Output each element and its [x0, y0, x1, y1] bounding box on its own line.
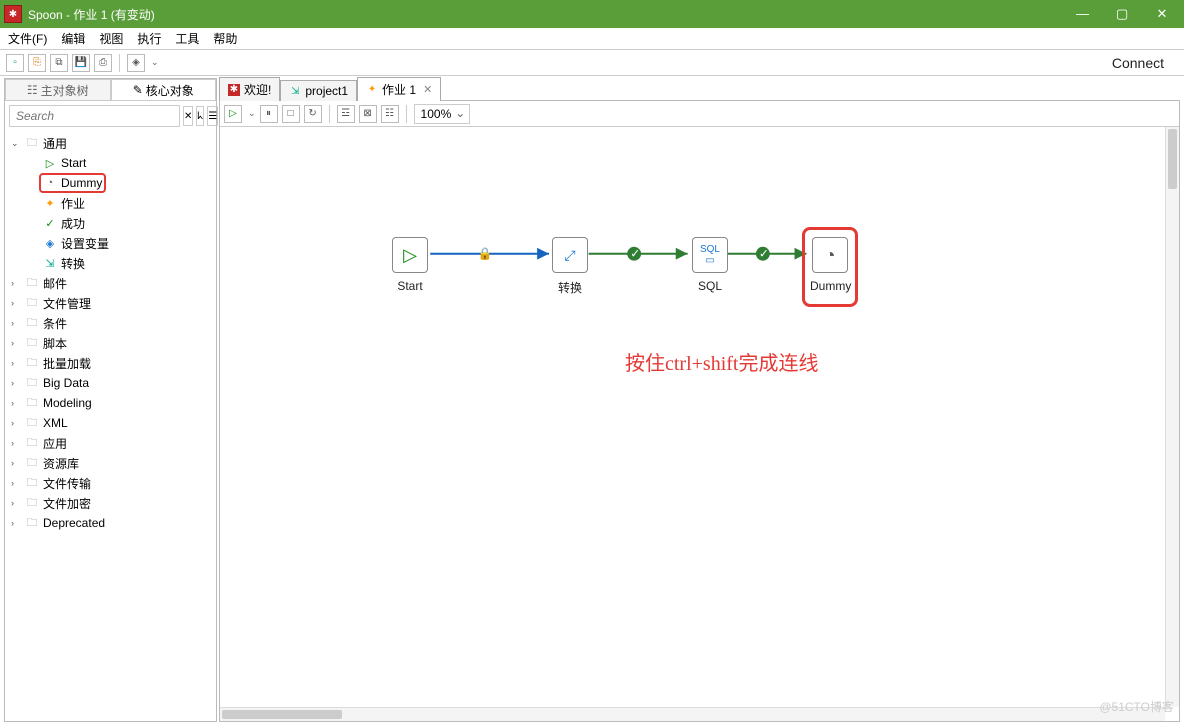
tree-item-setvar[interactable]: ◈设置变量: [5, 233, 216, 253]
collapse-all-icon[interactable]: ☰: [207, 106, 218, 126]
zoom-select[interactable]: 100%: [414, 104, 471, 124]
tab-project1[interactable]: ⇲ project1: [280, 80, 357, 101]
tree-folder[interactable]: ›🗀Modeling: [5, 393, 216, 413]
menu-view[interactable]: 视图: [99, 30, 123, 47]
menu-run[interactable]: 执行: [137, 30, 161, 47]
menu-file[interactable]: 文件(F): [8, 30, 47, 47]
replay-button[interactable]: ↻: [304, 105, 322, 123]
minimize-button[interactable]: —: [1076, 6, 1088, 22]
explore-button[interactable]: ⧉: [50, 54, 68, 72]
tab-job1[interactable]: ✦ 作业 1 ✕: [357, 77, 441, 101]
editor-area: ✱ 欢迎! ⇲ project1 ✦ 作业 1 ✕ ▷⌄ ⏸ □ ↻ ☲ ⊠: [219, 78, 1180, 722]
node-start[interactable]: ▷ Start: [390, 237, 430, 293]
menu-help[interactable]: 帮助: [213, 30, 237, 47]
tree-folder[interactable]: ›🗀Big Data: [5, 373, 216, 393]
sidebar: ☷ 主对象树 ✎ 核心对象 ✕ ᖾ ☰ ⌄🗀 通用 ▷Start: [4, 78, 217, 722]
menubar: 文件(F) 编辑 视图 执行 工具 帮助: [0, 28, 1184, 50]
tree-folder[interactable]: ›🗀XML: [5, 413, 216, 433]
tree-folder[interactable]: ›🗀文件传输: [5, 473, 216, 493]
perspective-button[interactable]: ◈: [127, 54, 145, 72]
sql-button[interactable]: ☲: [337, 105, 355, 123]
maximize-button[interactable]: ▢: [1116, 6, 1128, 22]
save-button[interactable]: 💾: [72, 54, 90, 72]
window-title: Spoon - 作业 1 (有变动): [28, 6, 1076, 23]
main-toolbar: ▫ ⎘ ⧉ 💾 ⎙ ◈⌄ Connect: [0, 50, 1184, 76]
tree-item-dummy[interactable]: ◔Dummy: [5, 173, 216, 193]
connect-link[interactable]: Connect: [1112, 55, 1164, 71]
svg-text:✓: ✓: [759, 247, 769, 261]
editor-tabs: ✱ 欢迎! ⇲ project1 ✦ 作业 1 ✕: [219, 78, 1180, 100]
tree-folder[interactable]: ›🗀批量加载: [5, 353, 216, 373]
expand-all-icon[interactable]: ᖾ: [196, 106, 204, 126]
tree-folder[interactable]: ›🗀应用: [5, 433, 216, 453]
pencil-icon: ✎: [133, 83, 143, 97]
app-icon: ✱: [4, 5, 22, 23]
tree-item-start[interactable]: ▷Start: [5, 153, 216, 173]
sidebar-tab-main-tree[interactable]: ☷ 主对象树: [5, 79, 111, 100]
db-button[interactable]: ☷: [381, 105, 399, 123]
tree-folder[interactable]: ›🗀条件: [5, 313, 216, 333]
svg-text:🔒: 🔒: [478, 247, 493, 261]
impact-button[interactable]: ⊠: [359, 105, 377, 123]
svg-text:✓: ✓: [630, 247, 640, 261]
tree-item-trans[interactable]: ⇲转换: [5, 253, 216, 273]
run-button[interactable]: ▷: [224, 105, 242, 123]
new-button[interactable]: ▫: [6, 54, 24, 72]
node-sql[interactable]: SQL▭ SQL: [690, 237, 730, 293]
close-button[interactable]: ✕: [1156, 6, 1168, 22]
scrollbar-vertical[interactable]: [1165, 127, 1179, 707]
tree-icon: ☷: [27, 83, 38, 97]
object-tree: ⌄🗀 通用 ▷Start ◔Dummy ✦作业 ✓成功 ◈设置变量 ⇲转换: [5, 131, 216, 721]
node-trans[interactable]: ⤢ 转换: [550, 237, 590, 296]
open-button[interactable]: ⎘: [28, 54, 46, 72]
tree-folder[interactable]: ›🗀邮件: [5, 273, 216, 293]
tree-folder[interactable]: ›🗀文件加密: [5, 493, 216, 513]
pause-button[interactable]: ⏸: [260, 105, 278, 123]
sidebar-tab-core-objects[interactable]: ✎ 核心对象: [111, 79, 217, 100]
menu-tools[interactable]: 工具: [175, 30, 199, 47]
stop-button[interactable]: □: [282, 105, 300, 123]
saveas-button[interactable]: ⎙: [94, 54, 112, 72]
tree-node-general[interactable]: ⌄🗀 通用: [5, 133, 216, 153]
node-dummy[interactable]: ◔ Dummy: [810, 237, 850, 293]
tree-item-success[interactable]: ✓成功: [5, 213, 216, 233]
close-tab-icon[interactable]: ✕: [423, 83, 432, 96]
clear-search-icon[interactable]: ✕: [183, 106, 193, 126]
tree-folder[interactable]: ›🗀脚本: [5, 333, 216, 353]
tree-item-job[interactable]: ✦作业: [5, 193, 216, 213]
trans-icon: ⇲: [289, 85, 301, 97]
job-canvas[interactable]: 🔒 ✓ ✓ ▷ Start ⤢ 转换 SQL▭ SQL: [220, 127, 1179, 721]
welcome-icon: ✱: [228, 84, 240, 96]
titlebar: ✱ Spoon - 作业 1 (有变动) — ▢ ✕: [0, 0, 1184, 28]
canvas-toolbar: ▷⌄ ⏸ □ ↻ ☲ ⊠ ☷ 100%: [220, 101, 1179, 127]
job-icon: ✦: [366, 84, 378, 96]
menu-edit[interactable]: 编辑: [61, 30, 85, 47]
tree-folder[interactable]: ›🗀资源库: [5, 453, 216, 473]
search-input[interactable]: [9, 105, 180, 127]
tree-folder[interactable]: ›🗀文件管理: [5, 293, 216, 313]
watermark: @51CTO博客: [1099, 698, 1174, 715]
annotation-text: 按住ctrl+shift完成连线: [625, 347, 819, 376]
tab-welcome[interactable]: ✱ 欢迎!: [219, 77, 280, 101]
scrollbar-horizontal[interactable]: [220, 707, 1165, 721]
tree-folder[interactable]: ›🗀Deprecated: [5, 513, 216, 533]
